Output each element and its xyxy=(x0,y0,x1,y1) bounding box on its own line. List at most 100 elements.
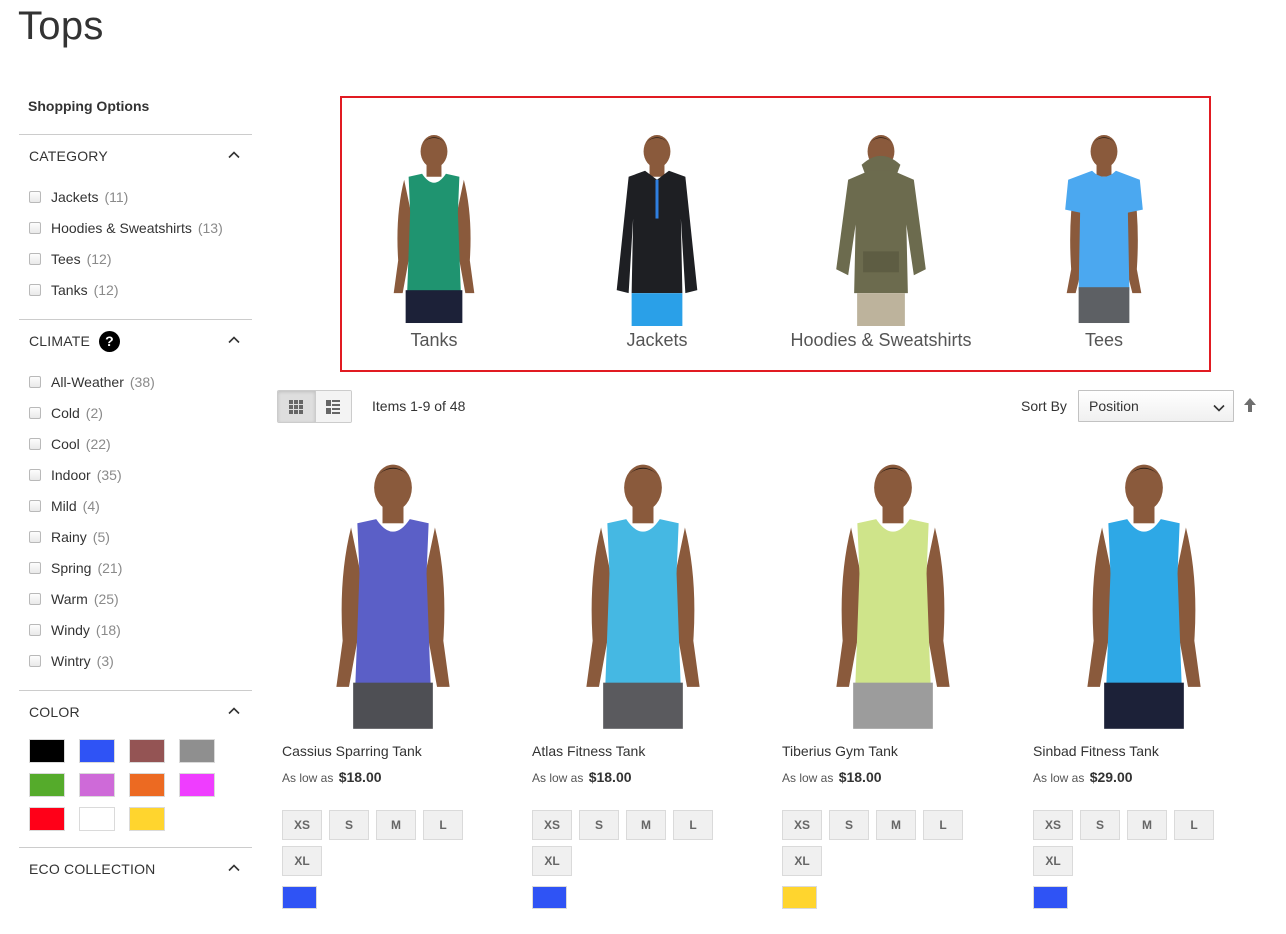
checkbox[interactable] xyxy=(29,468,41,481)
climate-option[interactable]: Rainy (5) xyxy=(29,521,252,552)
size-option[interactable]: L xyxy=(673,810,713,840)
color-swatch[interactable] xyxy=(29,739,65,763)
price-prefix: As low as xyxy=(1033,771,1085,785)
category-option-label: Jackets xyxy=(51,188,99,205)
product-image[interactable] xyxy=(777,450,1009,733)
checkbox[interactable] xyxy=(29,190,41,203)
color-swatch[interactable] xyxy=(179,739,215,763)
size-option[interactable]: M xyxy=(1127,810,1167,840)
climate-option[interactable]: Cold (2) xyxy=(29,397,252,428)
product-card: Cassius Sparring Tank As low as $18.00 XS S… xyxy=(277,450,509,909)
size-option[interactable]: XL xyxy=(532,846,572,876)
climate-option[interactable]: Warm (25) xyxy=(29,583,252,614)
checkbox[interactable] xyxy=(29,499,41,512)
product-name-link[interactable]: Sinbad Fitness Tank xyxy=(1028,743,1260,759)
filter-climate-toggle[interactable]: CLIMATE ? xyxy=(19,320,252,362)
climate-option-count: (35) xyxy=(96,466,122,483)
checkbox[interactable] xyxy=(29,406,41,419)
size-option[interactable]: S xyxy=(829,810,869,840)
category-image xyxy=(582,126,732,326)
category-option[interactable]: Jackets (11) xyxy=(29,181,252,212)
grid-view-button[interactable] xyxy=(278,391,315,422)
color-swatch[interactable] xyxy=(129,739,165,763)
product-color-swatch[interactable] xyxy=(782,886,817,909)
climate-option[interactable]: All-Weather (38) xyxy=(29,366,252,397)
chevron-up-icon xyxy=(228,707,240,715)
color-swatch[interactable] xyxy=(29,773,65,797)
color-swatch[interactable] xyxy=(29,807,65,831)
sort-by-select[interactable]: Position xyxy=(1078,390,1234,422)
color-swatch[interactable] xyxy=(79,739,115,763)
checkbox[interactable] xyxy=(29,252,41,265)
color-swatch-grid xyxy=(19,733,252,847)
size-option[interactable]: XL xyxy=(1033,846,1073,876)
climate-option[interactable]: Wintry (3) xyxy=(29,645,252,676)
filter-eco-toggle[interactable]: ECO COLLECTION xyxy=(19,848,252,890)
size-option[interactable]: L xyxy=(1174,810,1214,840)
size-option[interactable]: M xyxy=(626,810,666,840)
climate-option-count: (18) xyxy=(95,621,121,638)
size-option[interactable]: XS xyxy=(532,810,572,840)
list-view-button[interactable] xyxy=(314,391,351,422)
product-color-swatch[interactable] xyxy=(1033,886,1068,909)
help-icon[interactable]: ? xyxy=(99,330,121,352)
arrow-up-icon[interactable] xyxy=(1243,397,1257,413)
category-option[interactable]: Tanks (12) xyxy=(29,274,252,305)
size-option[interactable]: XL xyxy=(782,846,822,876)
category-option[interactable]: Hoodies & Sweatshirts (13) xyxy=(29,212,252,243)
climate-option[interactable]: Mild (4) xyxy=(29,490,252,521)
climate-option-label: Mild xyxy=(51,497,77,514)
checkbox[interactable] xyxy=(29,592,41,605)
category-link-jackets[interactable]: Jackets xyxy=(547,126,767,351)
size-option[interactable]: M xyxy=(376,810,416,840)
checkbox[interactable] xyxy=(29,283,41,296)
checkbox[interactable] xyxy=(29,437,41,450)
product-color-swatch[interactable] xyxy=(282,886,317,909)
category-link-tanks[interactable]: Tanks xyxy=(324,126,544,351)
category-link-hoodies-sweatshirts[interactable]: Hoodies & Sweatshirts xyxy=(771,126,991,351)
product-color-swatch[interactable] xyxy=(532,886,567,909)
color-swatch[interactable] xyxy=(79,773,115,797)
size-option[interactable]: S xyxy=(1080,810,1120,840)
color-swatch[interactable] xyxy=(129,773,165,797)
product-image[interactable] xyxy=(527,450,759,733)
size-option[interactable]: XL xyxy=(282,846,322,876)
checkbox[interactable] xyxy=(29,375,41,388)
climate-option-count: (2) xyxy=(85,404,103,421)
category-option-count: (11) xyxy=(104,188,129,205)
filter-category: CATEGORY Jackets (11) Hoodies & Sweatshirt… xyxy=(19,134,252,319)
product-name-link[interactable]: Cassius Sparring Tank xyxy=(277,743,509,759)
checkbox[interactable] xyxy=(29,654,41,667)
size-option[interactable]: XS xyxy=(782,810,822,840)
checkbox[interactable] xyxy=(29,221,41,234)
checkbox[interactable] xyxy=(29,530,41,543)
product-image[interactable] xyxy=(277,450,509,733)
category-link-tees[interactable]: Tees xyxy=(994,126,1214,351)
size-option[interactable]: L xyxy=(423,810,463,840)
size-option[interactable]: XS xyxy=(282,810,322,840)
climate-option[interactable]: Cool (22) xyxy=(29,428,252,459)
size-option[interactable]: L xyxy=(923,810,963,840)
product-name-link[interactable]: Tiberius Gym Tank xyxy=(777,743,1009,759)
color-swatch[interactable] xyxy=(129,807,165,831)
product-name-link[interactable]: Atlas Fitness Tank xyxy=(527,743,759,759)
climate-option[interactable]: Spring (21) xyxy=(29,552,252,583)
filter-color-toggle[interactable]: COLOR xyxy=(19,691,252,733)
checkbox[interactable] xyxy=(29,623,41,636)
climate-option[interactable]: Indoor (35) xyxy=(29,459,252,490)
color-swatch[interactable] xyxy=(79,807,115,831)
size-option[interactable]: M xyxy=(876,810,916,840)
checkbox[interactable] xyxy=(29,561,41,574)
color-swatch[interactable] xyxy=(179,773,215,797)
size-options: XS S M L XL xyxy=(277,810,477,876)
size-option[interactable]: S xyxy=(329,810,369,840)
filter-category-toggle[interactable]: CATEGORY xyxy=(19,135,252,177)
size-option[interactable]: S xyxy=(579,810,619,840)
size-option[interactable]: XS xyxy=(1033,810,1073,840)
climate-option-label: Cold xyxy=(51,404,80,421)
category-option-label: Tees xyxy=(51,250,81,267)
product-image[interactable] xyxy=(1028,450,1260,733)
climate-option[interactable]: Windy (18) xyxy=(29,614,252,645)
category-option[interactable]: Tees (12) xyxy=(29,243,252,274)
size-options: XS S M L XL xyxy=(777,810,977,876)
